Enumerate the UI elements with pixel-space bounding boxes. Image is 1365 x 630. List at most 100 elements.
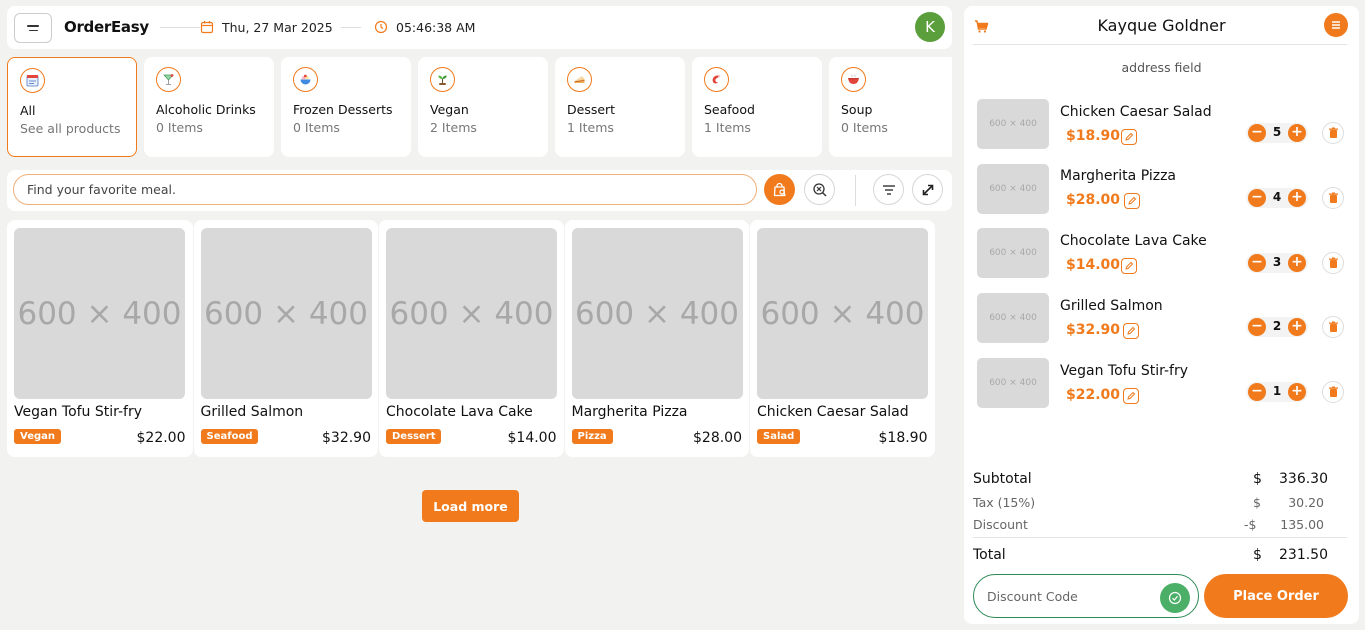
divider [855, 175, 856, 206]
order-item-image-placeholder: 600 × 400 [977, 228, 1049, 278]
product-image-placeholder: 600 × 400 [200, 228, 372, 399]
divider [973, 44, 1347, 45]
product-price: $32.90 [322, 430, 371, 446]
product-card[interactable]: 600 × 400 Grilled Salmon Seafood $32.90 [192, 220, 378, 457]
product-name: Vegan Tofu Stir-fry [14, 404, 143, 420]
load-more-button[interactable]: Load more [422, 490, 519, 522]
trash-icon [1328, 192, 1338, 203]
product-name: Margherita Pizza [571, 404, 688, 420]
category-count: 0 Items [156, 120, 203, 135]
increase-quantity-button[interactable]: + [1288, 383, 1306, 401]
edit-item-button[interactable] [1121, 258, 1137, 274]
category-card-soup[interactable]: Soup 0 Items [829, 57, 952, 157]
divider [160, 27, 200, 28]
increase-quantity-button[interactable]: + [1288, 124, 1306, 142]
category-card-alcoholic-drinks[interactable]: Alcoholic Drinks 0 Items [144, 57, 274, 157]
decrease-quantity-button[interactable]: − [1248, 124, 1266, 142]
category-card-dessert[interactable]: Dessert 1 Items [555, 57, 685, 157]
order-menu-button[interactable] [1324, 13, 1348, 37]
shrimp-icon [704, 67, 729, 92]
order-item-name: Chocolate Lava Cake [1060, 233, 1207, 249]
expand-icon [922, 184, 933, 195]
increase-quantity-button[interactable]: + [1288, 318, 1306, 336]
category-card-all[interactable]: All See all products [7, 57, 137, 157]
decrease-quantity-button[interactable]: − [1248, 189, 1266, 207]
product-image-placeholder: 600 × 400 [757, 228, 928, 399]
product-card[interactable]: 600 × 400 Margherita Pizza Pizza $28.00 [563, 220, 749, 457]
decrease-quantity-button[interactable]: − [1248, 254, 1266, 272]
order-item-name: Grilled Salmon [1060, 298, 1163, 314]
category-card-vegan[interactable]: Vegan 2 Items [418, 57, 548, 157]
menu-icon [1332, 21, 1340, 29]
menu-icon-line [28, 29, 38, 31]
remove-item-button[interactable] [1322, 252, 1344, 274]
quantity-stepper: − 2 + [1246, 317, 1308, 337]
clear-search-button[interactable] [804, 174, 835, 205]
category-name: Seafood [704, 102, 755, 117]
order-item-name: Margherita Pizza [1060, 168, 1177, 184]
edit-icon [1125, 261, 1134, 270]
category-count: 2 Items [430, 120, 477, 135]
remove-item-button[interactable] [1322, 187, 1344, 209]
order-item-name: Vegan Tofu Stir-fry [1060, 363, 1189, 379]
edit-item-button[interactable] [1123, 323, 1139, 339]
divider [973, 537, 1347, 538]
increase-quantity-button[interactable]: + [1288, 189, 1306, 207]
order-item-price: $14.00 [1066, 257, 1121, 273]
category-name: Alcoholic Drinks [156, 102, 256, 117]
edit-item-button[interactable] [1121, 129, 1137, 145]
filter-button[interactable] [873, 174, 904, 205]
soup-bowl-icon [841, 67, 866, 92]
menu-icon [27, 25, 39, 27]
discount-currency: -$ [1244, 517, 1257, 532]
increase-quantity-button[interactable]: + [1288, 254, 1306, 272]
product-card[interactable]: 600 × 400 Vegan Tofu Stir-fry Vegan $22.… [7, 220, 193, 457]
trash-icon [1328, 257, 1338, 268]
quantity-value: 5 [1272, 125, 1282, 139]
tax-currency: $ [1253, 495, 1261, 510]
total-currency: $ [1253, 547, 1262, 563]
category-card-frozen-desserts[interactable]: Frozen Desserts 0 Items [281, 57, 411, 157]
tax-value: 30.20 [1288, 495, 1324, 510]
decrease-quantity-button[interactable]: − [1248, 318, 1266, 336]
trash-icon [1328, 386, 1338, 397]
quantity-stepper: − 3 + [1246, 253, 1308, 273]
category-count: 0 Items [841, 120, 888, 135]
quantity-value: 3 [1272, 255, 1282, 269]
place-order-button[interactable]: Place Order [1204, 574, 1348, 618]
edit-item-button[interactable] [1123, 388, 1139, 404]
decrease-quantity-button[interactable]: − [1248, 383, 1266, 401]
search-button[interactable] [764, 174, 795, 205]
remove-item-button[interactable] [1322, 381, 1344, 403]
product-price: $28.00 [693, 430, 742, 446]
category-name: Dessert [567, 102, 616, 117]
trash-icon [1328, 321, 1338, 332]
trash-icon [1328, 127, 1338, 138]
order-item-image-placeholder: 600 × 400 [977, 164, 1049, 214]
apply-discount-button[interactable] [1160, 583, 1190, 613]
remove-item-button[interactable] [1322, 122, 1344, 144]
fullscreen-button[interactable] [912, 174, 943, 205]
avatar[interactable]: K [915, 12, 945, 42]
category-count: 0 Items [293, 120, 340, 135]
product-category-tag: Seafood [200, 429, 259, 444]
product-name: Chocolate Lava Cake [386, 404, 533, 420]
filter-icon [882, 184, 895, 195]
menu-toggle-button[interactable] [14, 13, 52, 43]
search-bar [7, 170, 952, 211]
category-name: All [20, 103, 36, 118]
remove-item-button[interactable] [1322, 316, 1344, 338]
product-card[interactable]: 600 × 400 Chocolate Lava Cake Dessert $1… [378, 220, 564, 457]
category-card-seafood[interactable]: Seafood 1 Items [692, 57, 822, 157]
address-field[interactable]: address field [964, 60, 1359, 75]
tax-label: Tax (15%) [973, 495, 1036, 510]
product-name: Grilled Salmon [200, 404, 304, 420]
sprout-icon [430, 67, 455, 92]
search-input[interactable] [13, 174, 757, 205]
product-card[interactable]: 600 × 400 Chicken Caesar Salad Salad $18… [749, 220, 935, 457]
discount-label: Discount [973, 517, 1028, 532]
product-category-tag: Pizza [571, 429, 613, 444]
edit-item-button[interactable] [1124, 193, 1140, 209]
current-date: Thu, 27 Mar 2025 [222, 20, 333, 35]
discount-value: 135.00 [1280, 517, 1324, 532]
